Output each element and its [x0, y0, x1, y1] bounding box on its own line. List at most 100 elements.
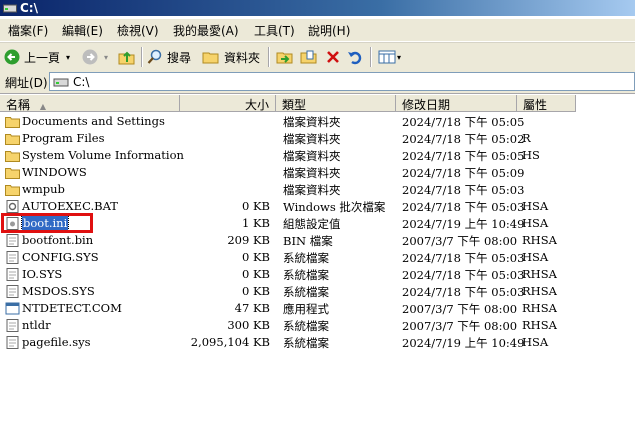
file-modified: 2024/7/19 上午 10:49 — [402, 336, 525, 350]
file-modified: 2024/7/18 下午 05:02 — [402, 132, 525, 146]
file-modified: 2007/3/7 下午 08:00 — [402, 234, 518, 248]
file-modified: 2024/7/18 下午 05:03 — [402, 268, 525, 282]
file-row[interactable]: WINDOWS 檔案資料夾 2024/7/18 下午 05:09 — [0, 164, 580, 181]
copy-to-icon — [300, 50, 317, 64]
search-button[interactable]: 搜尋 — [147, 47, 191, 67]
views-dropdown-icon[interactable]: ▾ — [397, 53, 401, 62]
search-icon — [147, 49, 162, 64]
file-type: 系統檔案 — [283, 251, 329, 265]
file-type: 檔案資料夾 — [283, 166, 341, 180]
file-attributes: RHSA — [522, 301, 557, 315]
file-type: 檔案資料夾 — [283, 132, 341, 146]
back-dropdown-icon[interactable]: ▾ — [66, 53, 70, 62]
file-name: IO.SYS — [22, 267, 63, 281]
address-label: 網址(D) — [5, 76, 48, 90]
file-type: 系統檔案 — [283, 319, 329, 333]
file-modified: 2024/7/18 下午 05:05 — [402, 115, 525, 129]
file-row[interactable]: ntldr 300 KB 系統檔案 2007/3/7 下午 08:00 RHSA — [0, 317, 580, 334]
file-name: CONFIG.SYS — [22, 250, 99, 264]
file-row[interactable]: NTDETECT.COM 47 KB 應用程式 2007/3/7 下午 08:00 RH… — [0, 300, 580, 317]
search-label: 搜尋 — [167, 50, 192, 65]
file-attributes: RHSA — [522, 284, 557, 298]
delete-button[interactable] — [325, 47, 341, 67]
folders-button[interactable]: 資料夾 — [202, 47, 260, 67]
column-header-attributes[interactable]: 屬性 — [517, 95, 576, 112]
file-name: System Volume Information — [22, 148, 184, 162]
file-name: Program Files — [22, 131, 105, 145]
back-arrow-icon — [4, 49, 20, 65]
views-button[interactable]: ▾ — [378, 47, 401, 67]
file-size: 0 KB — [241, 199, 270, 213]
menu-file[interactable]: 檔案(F) — [8, 22, 48, 39]
column-header-modified[interactable]: 修改日期 — [396, 95, 517, 112]
file-row[interactable]: Program Files 檔案資料夾 2024/7/18 下午 05:02 R — [0, 130, 580, 147]
highlight-box — [1, 213, 93, 233]
file-type: 應用程式 — [283, 302, 329, 316]
file-type: 系統檔案 — [283, 268, 329, 282]
up-folder-button[interactable] — [118, 47, 136, 67]
menu-tools[interactable]: 工具(T) — [254, 22, 295, 39]
menu-favorites[interactable]: 我的最愛(A) — [173, 22, 239, 39]
file-name: AUTOEXEC.BAT — [22, 199, 118, 213]
delete-x-icon — [327, 51, 339, 63]
file-modified: 2024/7/18 下午 05:05 — [402, 149, 525, 163]
file-modified: 2007/3/7 下午 08:00 — [402, 302, 518, 316]
back-button[interactable]: 上一頁 ▾ — [4, 47, 70, 67]
file-name: MSDOS.SYS — [22, 284, 95, 298]
file-type: 組態設定值 — [283, 217, 341, 231]
file-attributes: RHSA — [522, 267, 557, 281]
toolbar-separator — [370, 47, 372, 67]
file-attributes: HSA — [522, 250, 549, 264]
file-row[interactable]: CONFIG.SYS 0 KB 系統檔案 2024/7/18 下午 05:03 HSA — [0, 249, 580, 266]
file-row[interactable]: MSDOS.SYS 0 KB 系統檔案 2024/7/18 下午 05:03 RHSA — [0, 283, 580, 300]
file-row[interactable]: wmpub 檔案資料夾 2024/7/18 下午 05:03 — [0, 181, 580, 198]
file-list: 名稱 ▲ 大小 類型 修改日期 屬性 Documents and Setting… — [0, 95, 635, 445]
folders-label: 資料夾 — [224, 50, 261, 65]
column-name-label: 名稱 — [6, 98, 31, 112]
column-modified-label: 修改日期 — [402, 98, 451, 112]
forward-button[interactable]: ▾ — [82, 47, 108, 67]
column-type-label: 類型 — [282, 98, 307, 112]
file-size: 0 KB — [241, 267, 270, 281]
move-to-button[interactable] — [276, 47, 294, 67]
file-row[interactable]: System Volume Information 檔案資料夾 2024/7/18 … — [0, 147, 580, 164]
file-name: Documents and Settings — [22, 114, 165, 128]
file-row[interactable]: bootfont.bin 209 KB BIN 檔案 2007/3/7 下午 08:0… — [0, 232, 580, 249]
menu-help[interactable]: 說明(H) — [308, 22, 350, 39]
forward-dropdown-icon[interactable]: ▾ — [104, 53, 108, 62]
menu-bar: 檔案(F) 編輯(E) 檢視(V) 我的最愛(A) 工具(T) 說明(H) — [0, 19, 635, 42]
sort-ascending-icon: ▲ — [39, 102, 46, 111]
undo-button[interactable] — [347, 47, 363, 67]
up-folder-icon — [118, 51, 135, 65]
window-title: C:\ — [20, 1, 38, 15]
address-field[interactable]: C:\ — [49, 72, 635, 91]
file-attributes: HS — [522, 148, 540, 162]
undo-icon — [348, 51, 362, 65]
file-type: 檔案資料夾 — [283, 115, 341, 129]
file-modified: 2007/3/7 下午 08:00 — [402, 319, 518, 333]
file-modified: 2024/7/18 下午 05:09 — [402, 166, 525, 180]
views-icon — [378, 50, 396, 64]
menu-edit[interactable]: 編輯(E) — [62, 22, 103, 39]
file-size: 209 KB — [227, 233, 270, 247]
copy-to-button[interactable] — [300, 47, 318, 67]
toolbar-separator — [141, 47, 143, 67]
menu-view[interactable]: 檢視(V) — [117, 22, 159, 39]
file-row[interactable]: pagefile.sys 2,095,104 KB 系統檔案 2024/7/19 上午… — [0, 334, 580, 351]
file-attributes: R — [522, 131, 531, 145]
file-type: 系統檔案 — [283, 336, 329, 350]
title-bar: C:\ — [0, 0, 635, 16]
file-size: 0 KB — [241, 250, 270, 264]
file-name: NTDETECT.COM — [22, 301, 122, 315]
file-modified: 2024/7/18 下午 05:03 — [402, 183, 525, 197]
column-header-size[interactable]: 大小 — [180, 95, 276, 112]
file-size: 1 KB — [241, 216, 270, 230]
column-header-name[interactable]: 名稱 ▲ — [0, 95, 180, 112]
column-size-label: 大小 — [244, 98, 269, 112]
file-row[interactable]: IO.SYS 0 KB 系統檔案 2024/7/18 下午 05:03 RHSA — [0, 266, 580, 283]
toolbar-separator — [268, 47, 270, 67]
column-header-type[interactable]: 類型 — [276, 95, 396, 112]
file-modified: 2024/7/18 下午 05:03 — [402, 200, 525, 214]
file-row[interactable]: Documents and Settings 檔案資料夾 2024/7/18 下午 … — [0, 113, 580, 130]
file-type: 檔案資料夾 — [283, 149, 341, 163]
